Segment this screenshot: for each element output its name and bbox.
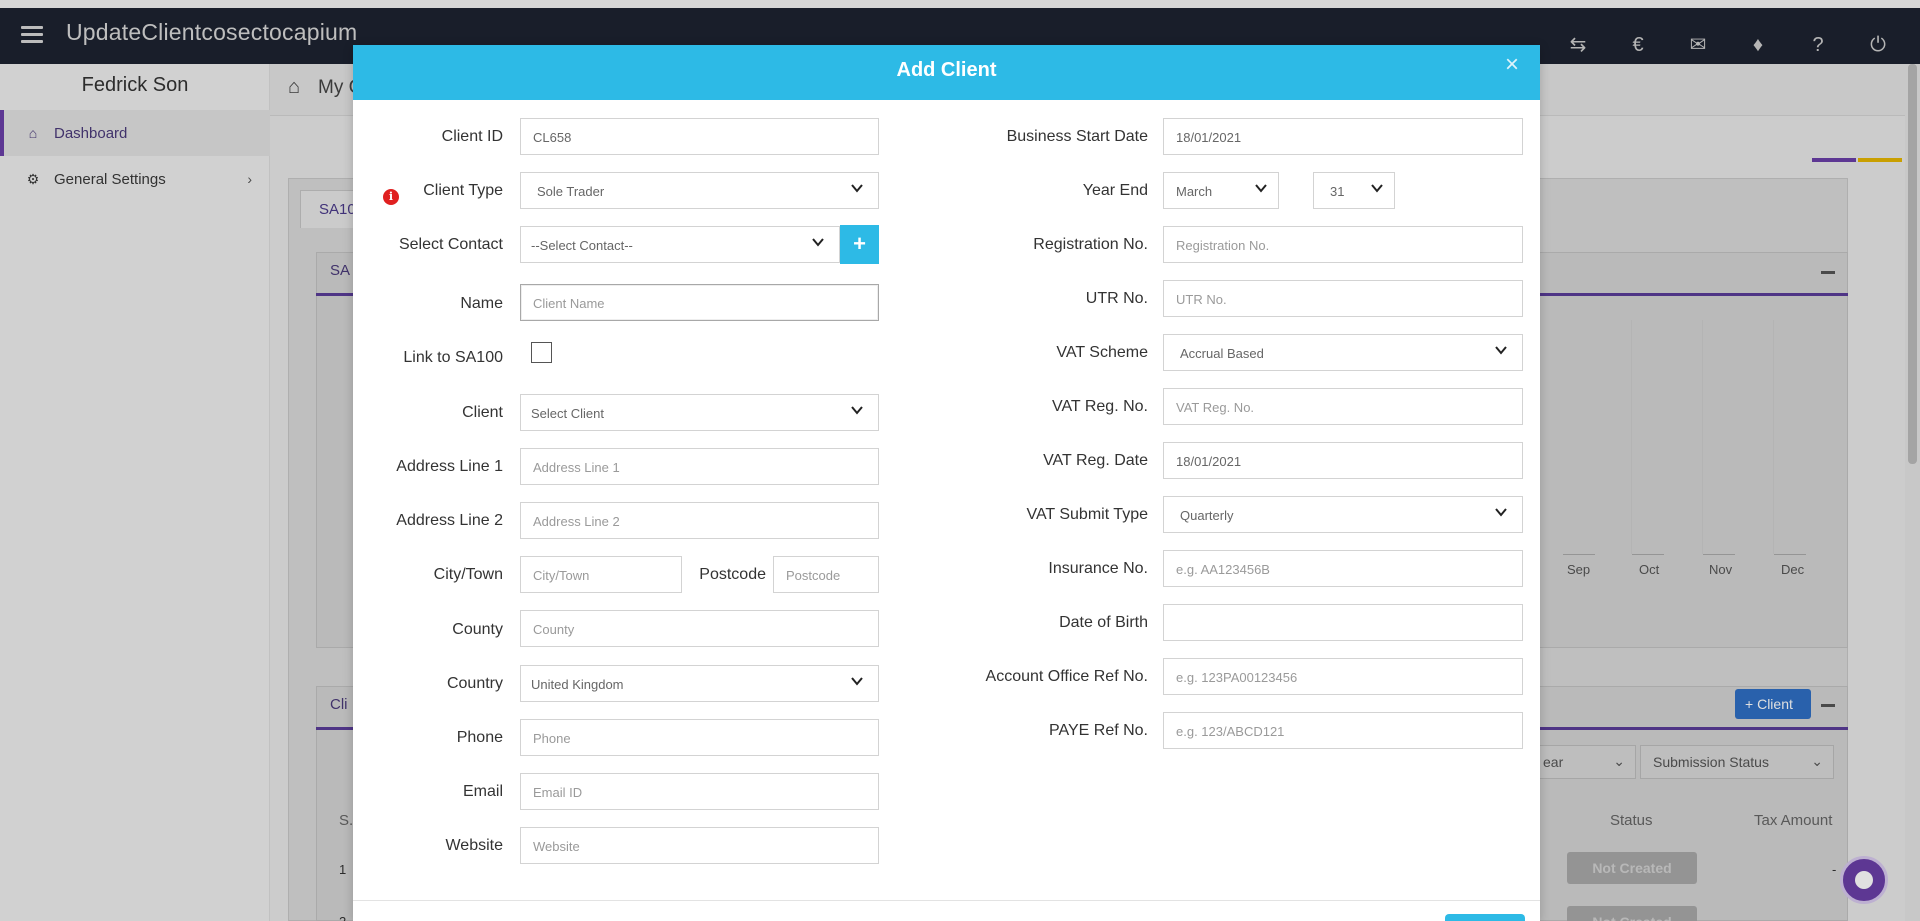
select-contact-select[interactable]: --Select Contact-- [520, 226, 840, 263]
year-end-month-value: March [1176, 184, 1213, 199]
client-id-label: Client ID [441, 128, 503, 145]
vat-submit-type-select[interactable]: Quarterly [1163, 496, 1523, 533]
year-end-day-select[interactable]: 31 [1313, 172, 1395, 209]
address-line-1-label: Address Line 1 [396, 458, 503, 475]
address-line-1-field[interactable]: Address Line 1 [520, 448, 879, 485]
client-label: Client [462, 404, 503, 421]
registration-no-field[interactable]: Registration No. [1163, 226, 1523, 263]
website-field[interactable]: Website [520, 827, 879, 864]
modal-footer-divider [353, 900, 1540, 901]
select-contact-label: Select Contact [398, 236, 503, 253]
county-field[interactable]: County [520, 610, 879, 647]
email-field[interactable]: Email ID [520, 773, 879, 810]
postcode-label: Postcode [699, 566, 766, 583]
modal-header: Add Client × [353, 45, 1540, 100]
year-end-month-select[interactable]: March [1163, 172, 1279, 209]
country-value: United Kingdom [531, 677, 624, 692]
account-office-ref-label: Account Office Ref No. [985, 668, 1148, 685]
account-office-ref-field[interactable]: e.g. 123PA00123456 [1163, 658, 1523, 695]
country-label: Country [446, 675, 503, 692]
registration-no-label: Registration No. [1033, 236, 1148, 253]
insurance-no-field[interactable]: e.g. AA123456B [1163, 550, 1523, 587]
chevron-down-icon [1370, 181, 1384, 195]
chevron-down-icon [1494, 343, 1508, 357]
paye-ref-label: PAYE Ref No. [1049, 722, 1148, 739]
name-label: Name [460, 295, 503, 312]
client-select-value: Select Client [531, 406, 604, 421]
vat-scheme-label: VAT Scheme [1056, 344, 1148, 361]
county-label: County [452, 621, 503, 638]
email-label: Email [462, 783, 503, 800]
postcode-field[interactable]: Postcode [773, 556, 879, 593]
select-contact-value: --Select Contact-- [531, 238, 633, 253]
chevron-down-icon [850, 674, 864, 688]
client-select[interactable]: Select Client [520, 394, 879, 431]
modal-title: Add Client [896, 59, 997, 81]
year-end-label: Year End [1082, 182, 1148, 199]
link-sa100-label: Link to SA100 [403, 349, 503, 366]
year-end-day-value: 31 [1330, 184, 1345, 199]
utr-no-label: UTR No. [1085, 290, 1148, 307]
vat-reg-no-field[interactable]: VAT Reg. No. [1163, 388, 1523, 425]
client-type-select[interactable]: Sole Trader [520, 172, 879, 209]
website-label: Website [445, 837, 503, 854]
vat-scheme-select[interactable]: Accrual Based [1163, 334, 1523, 371]
city-field[interactable]: City/Town [520, 556, 682, 593]
close-icon[interactable]: × [1500, 53, 1524, 77]
vat-reg-date-label: VAT Reg. Date [1043, 452, 1148, 469]
add-client-modal: Add Client × Client ID CL658 i Client Ty… [353, 45, 1540, 921]
address-line-2-label: Address Line 2 [396, 512, 503, 529]
vat-reg-no-label: VAT Reg. No. [1051, 398, 1148, 415]
address-line-2-field[interactable]: Address Line 2 [520, 502, 879, 539]
vat-scheme-value: Accrual Based [1180, 346, 1264, 361]
date-of-birth-field[interactable] [1163, 604, 1523, 641]
vat-reg-date-field[interactable]: 18/01/2021 [1163, 442, 1523, 479]
vat-submit-type-value: Quarterly [1180, 508, 1234, 523]
chevron-down-icon [850, 181, 864, 195]
paye-ref-field[interactable]: e.g. 123/ABCD121 [1163, 712, 1523, 749]
phone-field[interactable]: Phone [520, 719, 879, 756]
client-id-field[interactable]: CL658 [520, 118, 879, 155]
date-of-birth-label: Date of Birth [1059, 614, 1148, 631]
insurance-no-label: Insurance No. [1048, 560, 1148, 577]
business-start-date-label: Business Start Date [1006, 128, 1148, 145]
client-name-field[interactable]: Client Name [520, 284, 879, 321]
client-type-label: Client Type [423, 182, 503, 199]
city-label: City/Town [433, 566, 503, 583]
add-contact-button[interactable]: + [840, 225, 879, 264]
utr-no-field[interactable]: UTR No. [1163, 280, 1523, 317]
chevron-down-icon [1254, 181, 1268, 195]
chevron-down-icon [1494, 505, 1508, 519]
vat-submit-type-label: VAT Submit Type [1026, 506, 1148, 523]
client-type-value: Sole Trader [537, 184, 605, 199]
phone-label: Phone [456, 729, 503, 746]
country-select[interactable]: United Kingdom [520, 665, 879, 702]
link-sa100-checkbox[interactable] [531, 342, 552, 363]
business-start-date-field[interactable]: 18/01/2021 [1163, 118, 1523, 155]
save-button[interactable] [1445, 914, 1525, 921]
chevron-down-icon [850, 403, 864, 417]
chevron-down-icon [811, 235, 825, 249]
